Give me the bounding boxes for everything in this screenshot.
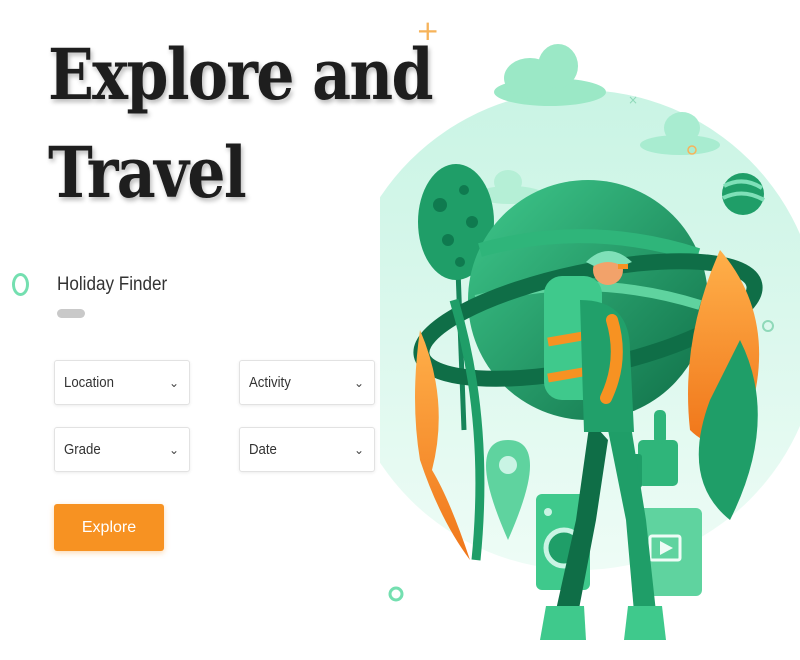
explore-button[interactable]: Explore (54, 504, 164, 551)
ring-icon (12, 273, 29, 297)
location-select[interactable]: Location ⌄ (54, 360, 190, 405)
date-select[interactable]: Date ⌄ (239, 427, 375, 472)
holiday-finder-title: Holiday Finder (57, 273, 168, 295)
hero-title-line-1: Explore and (48, 33, 434, 116)
chevron-down-icon: ⌄ (353, 442, 364, 457)
travel-illustration: + × (380, 14, 800, 640)
date-select-label: Date (249, 441, 277, 458)
ring-icon (388, 586, 404, 602)
sparkle-icon: + (416, 14, 439, 47)
hero-title-line-2: Travel (48, 131, 247, 214)
activity-select[interactable]: Activity ⌄ (239, 360, 375, 405)
chevron-down-icon: ⌄ (353, 375, 364, 390)
activity-select-label: Activity (249, 374, 291, 391)
holiday-finder-header: Holiday Finder (12, 258, 180, 312)
cloud-icon (494, 44, 606, 106)
hero-title: Explore and Travel (48, 26, 434, 222)
location-select-label: Location (64, 374, 114, 391)
chevron-down-icon: ⌄ (168, 442, 179, 457)
title-underline-bar (57, 309, 85, 318)
grade-select-label: Grade (64, 441, 101, 458)
chevron-down-icon: ⌄ (168, 375, 179, 390)
grade-select[interactable]: Grade ⌄ (54, 427, 190, 472)
sparkle-icon: × (628, 93, 638, 107)
